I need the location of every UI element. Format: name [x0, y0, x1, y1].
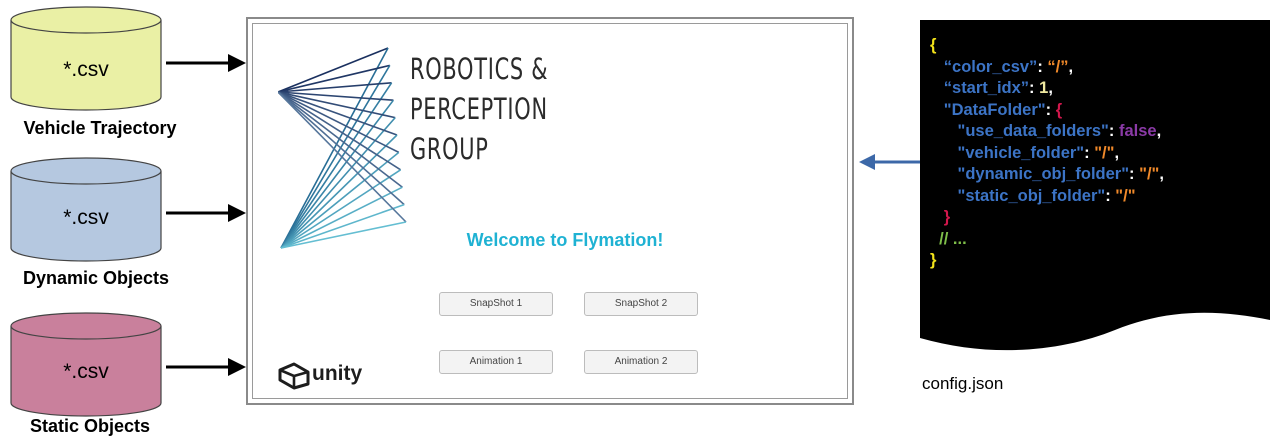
config-token: ,: [1048, 79, 1053, 97]
config-token: "use_data_folders": [957, 122, 1109, 140]
config-token: :: [1037, 57, 1048, 76]
config-token: :: [1045, 100, 1056, 119]
config-code-line: “color_csv”: “/”,: [930, 57, 1164, 79]
config-token: “color_csv”: [943, 57, 1038, 76]
fan-line: [278, 91, 402, 171]
unity-logo-text: unity: [312, 362, 363, 385]
snapshot-2-button[interactable]: SnapShot 2: [584, 292, 698, 316]
csv-file-label: *.csv: [63, 58, 109, 81]
config-token: ,: [1156, 122, 1162, 140]
config-token: :: [1084, 143, 1095, 162]
animation-1-button[interactable]: Animation 1: [439, 350, 553, 374]
csv-file-label: *.csv: [63, 360, 109, 383]
dynamic-objects-caption: Dynamic Objects: [22, 268, 170, 288]
welcome-heading: Welcome to Flymation!: [466, 230, 664, 250]
config-token: :: [1108, 122, 1119, 140]
csv-file-label: *.csv: [63, 206, 109, 229]
config-code-line: “start_idx”: 1,: [930, 78, 1164, 100]
config-token: ,: [1159, 165, 1164, 183]
fan-line: [278, 91, 405, 206]
config-json-caption: config.json: [922, 374, 1004, 393]
config-token: {: [930, 36, 937, 54]
config-code-line: }: [930, 207, 1164, 229]
fan-line: [278, 91, 407, 223]
arrow-right-icon: [166, 54, 246, 72]
unity-cube-icon: [278, 362, 310, 390]
config-token: "dynamic_obj_folder": [957, 165, 1130, 183]
config-token: // ...: [939, 229, 967, 248]
config-token: “start_idx”: [943, 79, 1030, 97]
config-token: }: [930, 251, 937, 269]
rpg-logo-line-3: GROUP: [410, 132, 489, 166]
arrow-right-icon: [166, 204, 246, 222]
config-token: :: [1029, 79, 1040, 97]
config-code-line: // ...: [930, 229, 1164, 251]
config-json-code: { “color_csv”: “/”, “start_idx”: 1, "Dat…: [930, 35, 1164, 272]
config-code-line: "static_obj_folder": "/": [930, 186, 1164, 208]
config-code-line: "DataFolder": {: [930, 100, 1164, 122]
rpg-fan-logo-icon: [278, 47, 407, 249]
config-token: "vehicle_folder": [957, 143, 1085, 162]
arrow-left-icon: [859, 154, 921, 170]
config-token: “/”: [1047, 57, 1069, 76]
config-token: 1: [1039, 79, 1049, 97]
config-code-line: "dynamic_obj_folder": "/",: [930, 164, 1164, 186]
config-code-line: {: [930, 35, 1164, 57]
fan-line: [280, 151, 400, 249]
config-token: "DataFolder": [943, 100, 1046, 119]
config-token: {: [1055, 100, 1063, 119]
config-token: "/": [1094, 143, 1115, 162]
arrow-right-icon: [166, 358, 246, 376]
config-token: "/": [1115, 186, 1136, 205]
rpg-logo-line-1: ROBOTICS &: [410, 52, 549, 86]
config-token: "/": [1139, 165, 1160, 183]
config-code-line: "use_data_folders": false,: [930, 121, 1164, 143]
config-token: }: [943, 208, 951, 226]
config-code-line: "vehicle_folder": "/",: [930, 143, 1164, 165]
config-token: ,: [1114, 143, 1120, 162]
input-arrows: [166, 54, 246, 376]
rpg-logo-line-2: PERCEPTION: [410, 92, 548, 126]
config-token: "static_obj_folder": [957, 186, 1106, 205]
static-objects-caption: Static Objects: [29, 416, 151, 436]
fan-line: [278, 91, 400, 154]
config-token: :: [1105, 186, 1116, 205]
config-token: ,: [1068, 57, 1074, 76]
config-token: false: [1118, 122, 1157, 140]
snapshot-1-button[interactable]: SnapShot 1: [439, 292, 553, 316]
animation-2-button[interactable]: Animation 2: [584, 350, 698, 374]
config-code-line: }: [930, 250, 1164, 272]
config-token: :: [1129, 165, 1140, 183]
